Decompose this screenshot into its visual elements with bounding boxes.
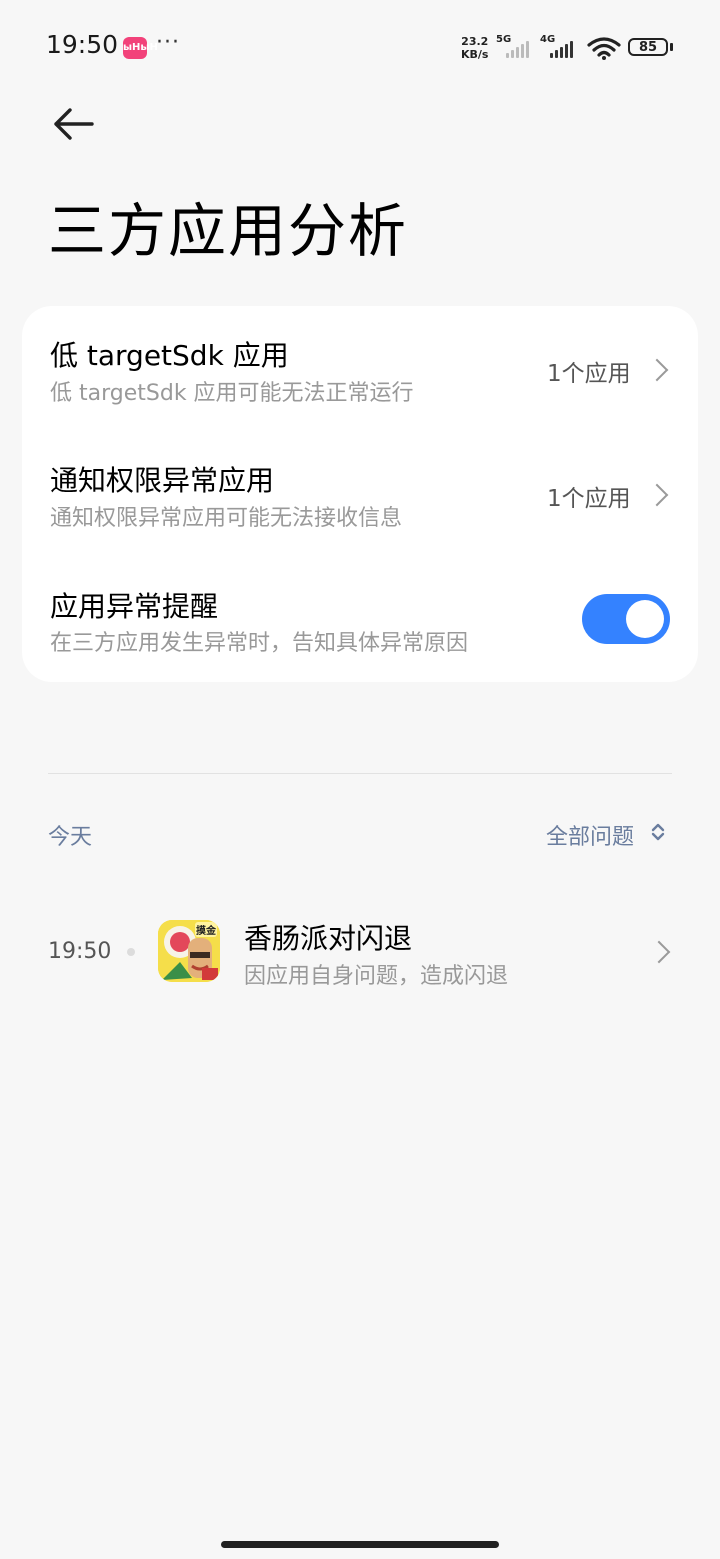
back-arrow-icon[interactable]: [48, 100, 98, 148]
battery-level: 85: [638, 40, 658, 55]
network-speed-value: 23.2: [461, 35, 489, 48]
row-notification-permission-count: 1个应用: [547, 486, 631, 512]
status-time: 19:50: [46, 30, 119, 59]
signal-bars-1-icon: [506, 40, 529, 58]
toggle-knob: [626, 600, 664, 638]
timeline-dot: [127, 948, 135, 956]
row-notification-permission-title: 通知权限异常应用: [50, 464, 275, 497]
page-title: 三方应用分析: [48, 197, 409, 265]
signal-bars-2-icon: [550, 40, 573, 58]
notification-app-icon: ыНыН: [123, 37, 158, 59]
battery-icon: 85: [628, 38, 668, 56]
row-low-targetsdk-title: 低 targetSdk 应用: [50, 339, 289, 372]
date-label: 今天: [48, 825, 93, 850]
app-exception-reminder-toggle[interactable]: [582, 594, 670, 644]
sort-chevrons-icon[interactable]: [650, 822, 666, 842]
event-title: 香肠派对闪退: [244, 922, 413, 955]
row-app-exception-reminder-subtitle: 在三方应用发生异常时，告知具体异常原因: [50, 631, 469, 656]
row-low-targetsdk-subtitle: 低 targetSdk 应用可能无法正常运行: [50, 381, 414, 406]
row-low-targetsdk-count: 1个应用: [547, 361, 631, 387]
home-indicator[interactable]: [221, 1541, 499, 1548]
event-time: 19:50: [48, 939, 112, 964]
network-speed-unit: KB/s: [461, 48, 489, 61]
row-app-exception-reminder-title: 应用异常提醒: [50, 590, 219, 623]
sausage-party-app-icon: 摸金: [158, 920, 220, 982]
app-icon-badge: 摸金: [195, 922, 217, 937]
row-notification-permission-subtitle: 通知权限异常应用可能无法接收信息: [50, 506, 403, 531]
network-speed: 23.2 KB/s: [461, 35, 488, 61]
battery-tip-icon: [670, 43, 673, 51]
section-divider: [48, 773, 672, 774]
event-subtitle: 因应用自身问题，造成闪退: [244, 964, 509, 989]
more-notifications-icon: ···: [156, 30, 180, 55]
issue-filter-dropdown[interactable]: 全部问题: [546, 819, 634, 851]
wifi-icon: [587, 37, 621, 60]
